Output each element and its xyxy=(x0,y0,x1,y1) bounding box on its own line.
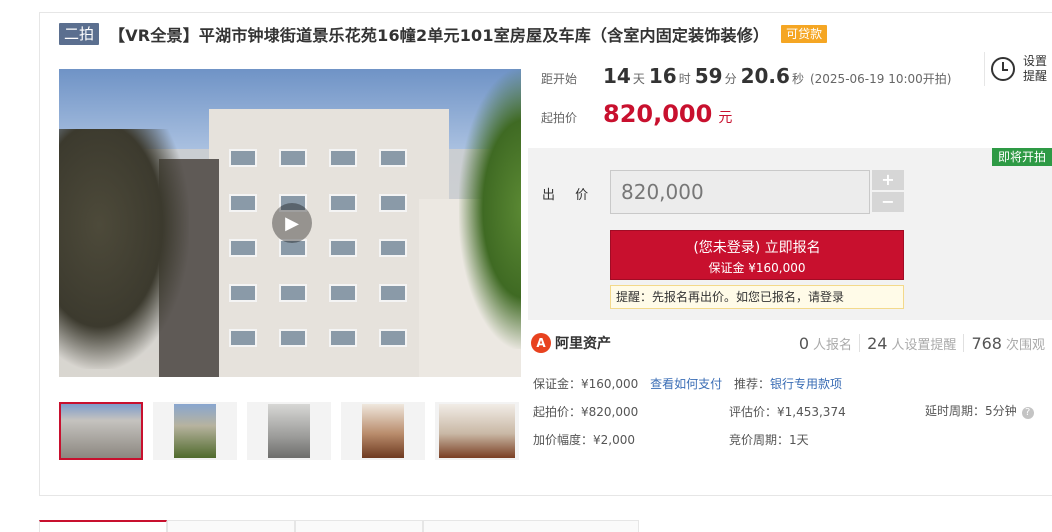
image-tree xyxy=(59,129,189,369)
stat-label: 人设置提醒 xyxy=(891,338,957,353)
thumbnail[interactable] xyxy=(247,402,331,460)
tip-text: 提醒：先报名再出价。如您已报名，请 xyxy=(616,290,821,304)
image-tree xyxy=(459,69,521,349)
countdown-seconds: 20.6 xyxy=(740,64,790,88)
countdown-seconds-unit: 秒 xyxy=(791,72,804,86)
page-title: 【VR全景】平湖市钟埭街道景乐花苑16幢2单元101室房屋及车库（含室内固定装饰… xyxy=(109,26,770,45)
platform-name: 阿里资产 xyxy=(555,336,611,352)
login-tip: 提醒：先报名再出价。如您已报名，请登录 xyxy=(610,285,904,309)
stat-views: 768 次围观 xyxy=(964,334,1052,353)
stats-row: A 阿里资产 0 人报名 24 人设置提醒 768 次围观 xyxy=(531,328,1052,358)
title-row: 二拍 【VR全景】平湖市钟埭街道景乐花苑16幢2单元101室房屋及车库（含室内固… xyxy=(59,22,828,46)
start-price-unit: 元 xyxy=(718,110,733,126)
tab[interactable] xyxy=(295,520,423,532)
login-link[interactable]: 登录 xyxy=(820,290,844,304)
signup-deposit-label: 保证金 ¥160,000 xyxy=(708,261,806,275)
stat-label: 次围观 xyxy=(1005,338,1045,353)
thumbnail-strip xyxy=(59,402,529,460)
alarm-clock-icon xyxy=(991,57,1015,81)
thumbnail[interactable] xyxy=(341,402,425,460)
how-to-pay-link[interactable]: 查看如何支付 xyxy=(650,377,722,391)
bank-funds-link[interactable]: 银行专用款项 xyxy=(770,377,842,391)
countdown-days: 14 xyxy=(603,64,631,88)
start-time: (2025-06-19 10:00开拍) xyxy=(809,72,952,86)
image-building xyxy=(209,109,449,377)
stat-reminders: 24 人设置提醒 xyxy=(860,334,965,353)
tab[interactable] xyxy=(39,520,167,532)
stats: 0 人报名 24 人设置提醒 768 次围观 xyxy=(792,334,1052,353)
thumbnail[interactable] xyxy=(153,402,237,460)
decrease-bid-button[interactable]: − xyxy=(872,192,904,212)
appraisal-price: 评估价：¥1,453,374 xyxy=(729,405,846,419)
delay-period: 延时周期：5分钟? xyxy=(925,402,1034,419)
signup-main-label: (您未登录) 立即报名 xyxy=(693,240,821,256)
signup-button[interactable]: (您未登录) 立即报名 保证金 ¥160,000 xyxy=(610,230,904,280)
countdown: 距开始 14 天 16 时 59 分 20.6 秒 (2025-06-19 10… xyxy=(541,64,951,90)
detail-tabs xyxy=(39,520,639,532)
status-badge: 即将开拍 xyxy=(991,148,1052,166)
countdown-days-unit: 天 xyxy=(632,72,645,86)
set-reminder-button[interactable]: 设置提醒 xyxy=(984,52,1051,86)
increment: 加价幅度：¥2,000 xyxy=(533,433,635,447)
start-price-label: 起拍价 xyxy=(541,111,578,125)
loan-badge: 可贷款 xyxy=(781,25,828,43)
countdown-hours: 16 xyxy=(648,64,677,88)
countdown-minutes: 59 xyxy=(694,64,723,88)
stat-num: 24 xyxy=(867,334,888,353)
deposit-text: 保证金：¥160,000 xyxy=(533,377,639,391)
ali-logo-icon: A xyxy=(531,333,551,353)
bid-price-input[interactable]: 820,000 xyxy=(610,170,870,214)
stat-num: 0 xyxy=(798,334,810,353)
start-price: 起拍价 820,000 元 xyxy=(541,100,732,128)
start-price-value: 820,000 xyxy=(603,100,713,128)
stat-num: 768 xyxy=(971,334,1002,353)
deposit-row: 保证金：¥160,000 查看如何支付 推荐：银行专用款项 xyxy=(533,375,842,392)
main-property-image[interactable]: ▶ xyxy=(59,69,521,377)
thumbnail[interactable] xyxy=(59,402,143,460)
bid-area: 即将开拍 出 价 820,000 + − (您未登录) 立即报名 保证金 ¥16… xyxy=(528,148,1052,320)
round-badge: 二拍 xyxy=(59,23,100,45)
play-icon[interactable]: ▶ xyxy=(272,203,312,243)
countdown-minutes-unit: 分 xyxy=(724,72,737,86)
delay-period-text: 延时周期：5分钟 xyxy=(925,404,1017,418)
tab[interactable] xyxy=(423,520,639,532)
bid-cycle: 竞价周期：1天 xyxy=(729,433,809,447)
countdown-label: 距开始 xyxy=(541,72,578,86)
stat-signups: 0 人报名 xyxy=(792,334,861,353)
start-price-detail: 起拍价：¥820,000 xyxy=(533,405,639,419)
tab[interactable] xyxy=(167,520,295,532)
reminder-label: 设置提醒 xyxy=(1023,54,1048,83)
recommend-label: 推荐： xyxy=(733,377,770,391)
stat-label: 人报名 xyxy=(813,338,853,353)
thumbnail[interactable] xyxy=(435,402,519,460)
increase-bid-button[interactable]: + xyxy=(872,170,904,190)
help-icon[interactable]: ? xyxy=(1021,407,1034,419)
countdown-hours-unit: 时 xyxy=(678,72,691,86)
platform-logo[interactable]: A 阿里资产 xyxy=(531,333,611,353)
bid-label: 出 价 xyxy=(542,188,597,203)
